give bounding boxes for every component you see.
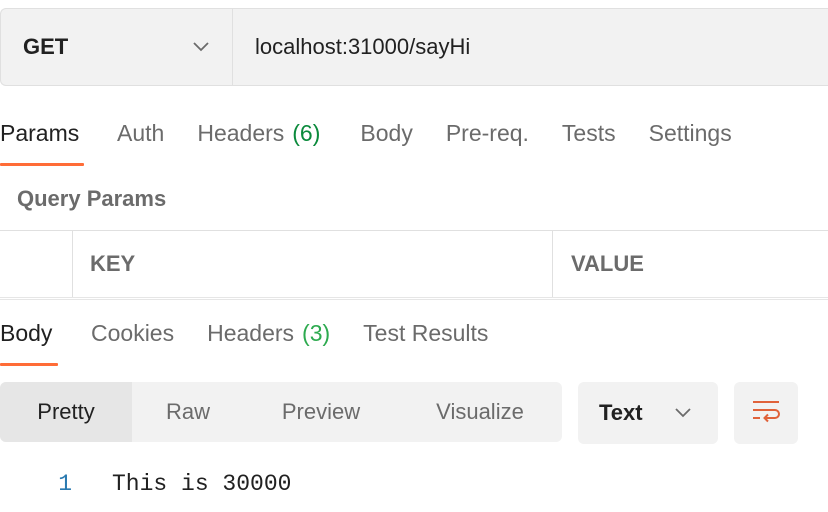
tab-tests-label: Tests (561, 120, 616, 146)
url-input[interactable] (233, 9, 828, 85)
view-mode-preview[interactable]: Preview (244, 382, 398, 442)
wrap-lines-icon (751, 398, 781, 429)
format-select[interactable]: Text (578, 382, 718, 444)
tab-tests[interactable]: Tests (562, 108, 616, 166)
tab-prereq[interactable]: Pre-req. (446, 108, 529, 166)
tab-prereq-label: Pre-req. (445, 120, 529, 146)
tab-body[interactable]: Body (360, 108, 412, 166)
view-mode-raw-label: Raw (165, 399, 210, 424)
tab-settings-label: Settings (648, 120, 732, 146)
response-tab-test-results-label: Test Results (363, 320, 489, 346)
response-tab-body[interactable]: Body (0, 308, 58, 366)
tab-auth-label: Auth (117, 120, 165, 146)
view-mode-visualize-label: Visualize (436, 399, 524, 424)
query-params-table: KEY VALUE (0, 230, 828, 300)
view-mode-pretty-label: Pretty (37, 399, 95, 424)
view-mode-pretty[interactable]: Pretty (0, 382, 132, 442)
chevron-down-icon (192, 38, 210, 56)
response-tab-cookies[interactable]: Cookies (91, 308, 174, 366)
response-tab-test-results[interactable]: Test Results (363, 308, 488, 366)
value-column-header: VALUE (571, 251, 644, 276)
request-url-bar: GET (0, 8, 828, 86)
response-code-line: 1 This is 30000 (0, 468, 291, 500)
response-tab-headers[interactable]: Headers (3) (207, 308, 330, 366)
headers-count-badge: (6) (292, 120, 321, 146)
method-select[interactable]: GET (1, 9, 233, 85)
column-divider (72, 231, 73, 297)
view-mode-raw[interactable]: Raw (132, 382, 244, 442)
tab-headers-label: Headers (197, 120, 285, 146)
tab-params[interactable]: Params (0, 108, 84, 166)
response-tab-cookies-label: Cookies (91, 320, 175, 346)
tab-auth[interactable]: Auth (117, 108, 164, 166)
tab-params-label: Params (0, 120, 80, 146)
view-mode-preview-label: Preview (281, 399, 361, 424)
tab-body-label: Body (360, 120, 413, 146)
response-tabs: Body Cookies Headers (3) Test Results (0, 308, 488, 366)
response-tab-body-label: Body (0, 320, 53, 346)
wrap-lines-button[interactable] (734, 382, 798, 444)
view-mode-segmented-control: Pretty Raw Preview Visualize (0, 382, 562, 442)
column-divider (552, 231, 553, 297)
response-tab-headers-label: Headers (207, 320, 295, 346)
request-tabs: Params Auth Headers (6) Body Pre-req. Te… (0, 108, 732, 166)
query-params-title: Query Params (17, 186, 167, 211)
response-headers-count-badge: (3) (302, 320, 331, 346)
view-mode-visualize[interactable]: Visualize (398, 382, 562, 442)
chevron-down-icon (674, 404, 692, 422)
response-text: This is 30000 (112, 471, 292, 497)
key-column-header: KEY (90, 251, 136, 276)
format-label: Text (599, 400, 643, 425)
line-number: 1 (58, 471, 72, 497)
tab-settings[interactable]: Settings (649, 108, 732, 166)
method-label: GET (23, 34, 69, 59)
tab-headers[interactable]: Headers (6) (197, 108, 320, 166)
